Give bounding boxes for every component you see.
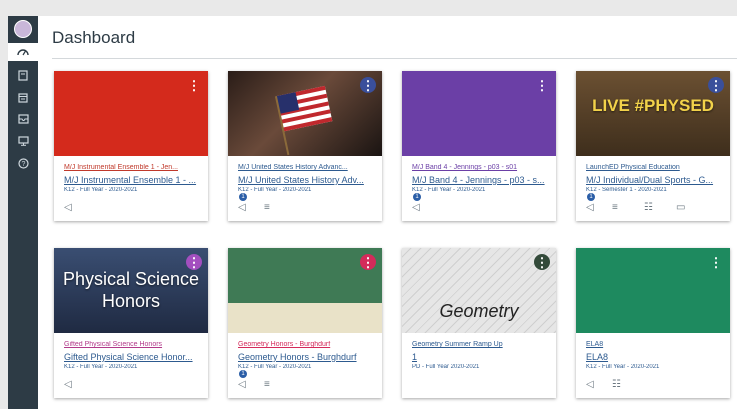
- course-card-actions: ◁ 1 ≡ ☷ ▭: [586, 193, 722, 215]
- course-card-short-name[interactable]: M/J Band 4 - Jennings - p03 - s01: [412, 164, 548, 171]
- course-card-actions: ◁ 1 ≡: [238, 193, 374, 215]
- commons-icon[interactable]: [8, 132, 38, 150]
- course-card-actions: ◁ 1: [412, 193, 548, 215]
- inbox-icon[interactable]: [8, 110, 38, 128]
- course-card-term: K12 - Semester 1 - 2020-2021: [586, 187, 667, 193]
- course-card-options-icon[interactable]: ⋮: [360, 254, 376, 270]
- course-card-name[interactable]: M/J Individual/Dual Sports - G...: [586, 175, 722, 185]
- dashboard-icon[interactable]: [8, 43, 38, 61]
- course-card-image-text: LIVE #PHYSED: [592, 96, 714, 115]
- course-card-options-icon[interactable]: ⋮: [534, 254, 550, 270]
- course-card[interactable]: LIVE #PHYSED ⋮ LaunchED Physical Education…: [576, 71, 730, 221]
- course-card[interactable]: ⋮ M/J Band 4 - Jennings - p03 - s01 M/J Ba…: [402, 71, 556, 221]
- global-navigation: ?: [8, 16, 38, 409]
- course-card-term: K12 - Full Year - 2020-2021: [64, 187, 138, 193]
- course-card-actions: [412, 378, 548, 392]
- course-card-actions: ◁ ☷: [586, 378, 722, 392]
- course-card[interactable]: ⋮ M/J United States History Advanc... M/J …: [228, 71, 382, 221]
- course-card-name[interactable]: M/J Band 4 - Jennings - p03 - s...: [412, 175, 548, 185]
- course-card[interactable]: ⋮ M/J Instrumental Ensemble 1 - Jen... M/J…: [54, 71, 208, 221]
- unread-count-badge: 1: [239, 193, 247, 201]
- course-card-image[interactable]: ⋮: [402, 71, 556, 156]
- unread-count-badge: 1: [239, 370, 247, 378]
- announcement-icon[interactable]: ◁ 1: [586, 193, 595, 215]
- course-card-term: K12 - Full Year - 2020-2021: [238, 187, 312, 193]
- announcement-icon[interactable]: ◁ 1: [238, 370, 247, 392]
- announcement-icon[interactable]: ◁: [586, 378, 594, 392]
- course-card-actions: ◁: [64, 378, 200, 392]
- course-card-short-name[interactable]: Gifted Physical Science Honors: [64, 341, 200, 348]
- course-card-name[interactable]: M/J United States History Adv...: [238, 175, 374, 185]
- course-card-name[interactable]: Gifted Physical Science Honor...: [64, 352, 200, 362]
- announcement-icon[interactable]: ◁ 1: [412, 193, 421, 215]
- course-card-options-icon[interactable]: ⋮: [360, 77, 376, 93]
- course-card-options-icon[interactable]: ⋮: [708, 77, 724, 93]
- course-card-actions: ◁: [64, 201, 200, 215]
- course-card-actions: ◁ 1 ≡: [238, 370, 374, 392]
- course-card-short-name[interactable]: Geometry Summer Ramp Up: [412, 341, 548, 348]
- course-card-options-icon[interactable]: ⋮: [186, 254, 202, 270]
- course-card-term: K12 - Full Year - 2020-2021: [586, 364, 660, 370]
- course-card-image-text: Geometry: [439, 301, 519, 321]
- course-card-image[interactable]: ⋮: [54, 71, 208, 156]
- unread-count-badge: 1: [413, 193, 421, 201]
- course-card-image[interactable]: LIVE #PHYSED ⋮: [576, 71, 730, 156]
- courses-icon[interactable]: [8, 66, 38, 84]
- course-card[interactable]: ⋮ ELA8 ELA8 K12 - Full Year - 2020-2021 ◁ ☷: [576, 248, 730, 398]
- course-card-image[interactable]: Geometry ⋮: [402, 248, 556, 333]
- announcement-icon[interactable]: ◁ 1: [238, 193, 247, 215]
- course-card-name[interactable]: ELA8: [586, 352, 722, 362]
- course-card-short-name[interactable]: LaunchED Physical Education: [586, 164, 722, 171]
- unread-count-badge: 1: [587, 193, 595, 201]
- course-card-image[interactable]: ⋮: [228, 71, 382, 156]
- course-card-short-name[interactable]: ELA8: [586, 341, 722, 348]
- course-card[interactable]: ⋮ Geometry Honors - Burghdurf Geometry Hon…: [228, 248, 382, 398]
- course-card-short-name[interactable]: Geometry Honors - Burghdurf: [238, 341, 374, 348]
- course-card-name[interactable]: 1: [412, 352, 548, 362]
- help-icon[interactable]: ?: [8, 154, 38, 172]
- course-card-image[interactable]: ⋮: [228, 248, 382, 333]
- course-card-image[interactable]: ⋮: [576, 248, 730, 333]
- assignments-icon[interactable]: ≡: [264, 201, 270, 215]
- course-card[interactable]: Physical Science Honors ⋮ Gifted Physical …: [54, 248, 208, 398]
- calendar-icon[interactable]: [8, 88, 38, 106]
- course-card-short-name[interactable]: M/J Instrumental Ensemble 1 - Jen...: [64, 164, 200, 171]
- page-title: Dashboard: [52, 28, 136, 47]
- course-card-options-icon[interactable]: ⋮: [186, 77, 202, 93]
- course-card[interactable]: Geometry ⋮ Geometry Summer Ramp Up 1 PD - Fu…: [402, 248, 556, 398]
- course-card-options-icon[interactable]: ⋮: [708, 254, 724, 270]
- title-divider: [52, 58, 737, 59]
- course-card-options-icon[interactable]: ⋮: [534, 77, 550, 93]
- svg-text:?: ?: [21, 161, 25, 168]
- course-card-term: K12 - Full Year - 2020-2021: [64, 364, 138, 370]
- discussions-icon[interactable]: ☷: [644, 201, 653, 215]
- account-icon[interactable]: [8, 20, 38, 38]
- course-card-image[interactable]: Physical Science Honors ⋮: [54, 248, 208, 333]
- course-card-name[interactable]: M/J Instrumental Ensemble 1 - ...: [64, 175, 200, 185]
- main-content: Dashboard ⋮ M/J Instrumental Ensemble 1 -…: [38, 16, 737, 409]
- files-icon[interactable]: ▭: [676, 201, 685, 215]
- course-card-term: PD - Full Year 2020-2021: [412, 364, 480, 370]
- assignments-icon[interactable]: ≡: [264, 378, 270, 392]
- course-card-term: K12 - Full Year - 2020-2021: [238, 364, 312, 370]
- announcement-icon[interactable]: ◁: [64, 378, 72, 392]
- course-card-image-text: Physical Science Honors: [62, 269, 200, 311]
- announcement-icon[interactable]: ◁: [64, 201, 72, 215]
- assignments-icon[interactable]: ≡: [612, 201, 618, 215]
- course-card-term: K12 - Full Year - 2020-2021: [412, 187, 486, 193]
- course-card-short-name[interactable]: M/J United States History Advanc...: [238, 164, 374, 171]
- course-card-name[interactable]: Geometry Honors - Burghdurf: [238, 352, 374, 362]
- discussions-icon[interactable]: ☷: [612, 378, 621, 392]
